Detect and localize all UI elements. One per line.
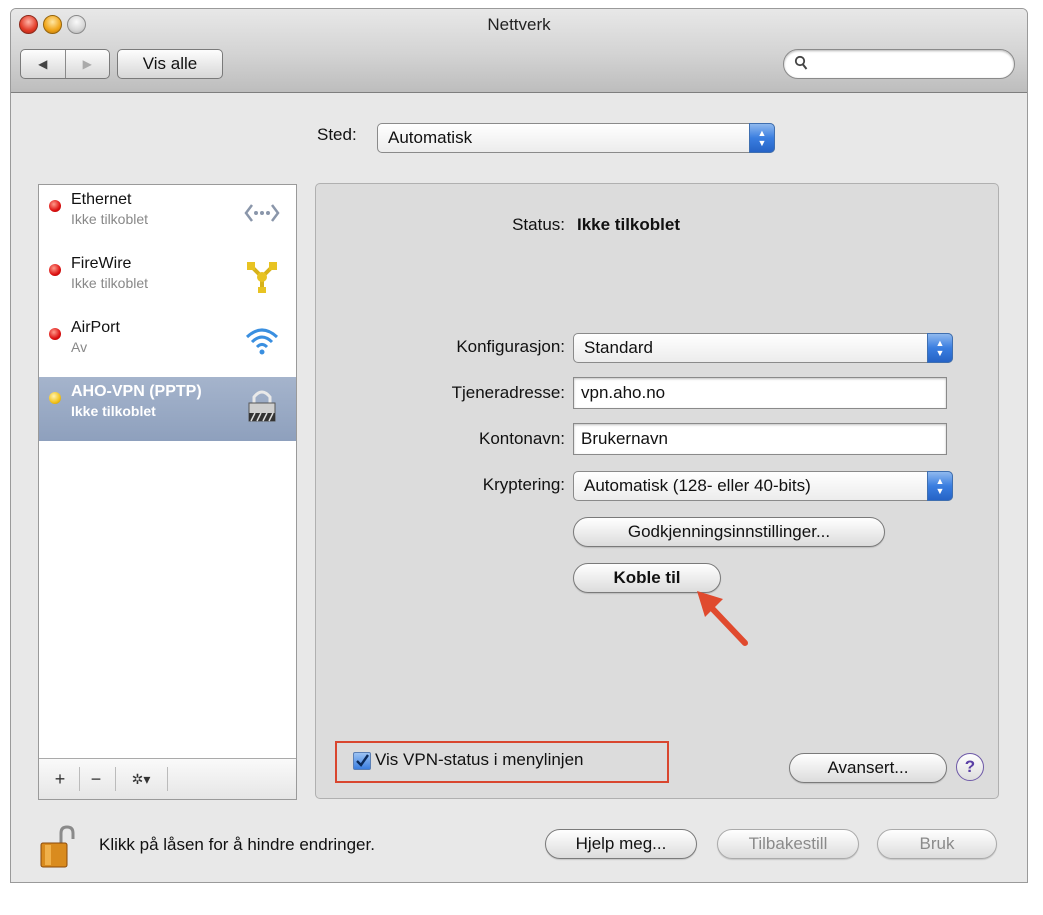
service-name: FireWire [71, 255, 132, 272]
account-name-field[interactable]: Brukernavn [573, 423, 947, 455]
encryption-popup[interactable]: Automatisk (128- eller 40-bits) ▲ ▼ [573, 471, 953, 501]
gear-menu-button[interactable]: ✲▾ [119, 766, 163, 792]
server-address-value: vpn.aho.no [581, 383, 666, 402]
show-vpn-status-label: Vis VPN-status i menylinjen [375, 750, 584, 769]
ethernet-icon [244, 204, 280, 222]
location-label: Sted: [317, 125, 357, 144]
service-name: AirPort [71, 319, 120, 336]
service-status: Ikke tilkoblet [71, 403, 156, 419]
add-service-button[interactable]: + [47, 766, 73, 792]
divider [79, 767, 80, 791]
firewire-icon [247, 262, 277, 293]
server-address-field[interactable]: vpn.aho.no [573, 377, 947, 409]
location-popup[interactable]: Automatisk ▲ ▼ [377, 123, 775, 153]
vpn-status-highlight: Vis VPN-status i menylinjen [335, 741, 669, 783]
remove-service-button[interactable]: − [83, 766, 109, 792]
service-status: Av [71, 339, 88, 355]
service-item-airport[interactable]: AirPort Av [39, 313, 296, 377]
wifi-icon [245, 328, 279, 355]
popup-arrows-icon: ▲ ▼ [927, 333, 953, 363]
divider [167, 767, 168, 791]
status-dot-red [49, 264, 61, 276]
back-button[interactable]: ◀ [21, 50, 66, 78]
revert-button[interactable]: Tilbakestill [717, 829, 859, 859]
show-vpn-status-checkbox[interactable] [353, 752, 371, 770]
back-forward-control: ◀ ▶ [20, 49, 110, 79]
configuration-popup[interactable]: Standard ▲ ▼ [573, 333, 953, 363]
server-address-label: Tjeneradresse: [451, 383, 565, 402]
status-dot-red [49, 200, 61, 212]
service-item-firewire[interactable]: FireWire Ikke tilkoblet [39, 249, 296, 313]
service-name: Ethernet [71, 191, 132, 208]
search-field[interactable] [783, 49, 1015, 79]
configuration-label: Konfigurasjon: [456, 337, 565, 356]
status-dot-red [49, 328, 61, 340]
encryption-value: Automatisk (128- eller 40-bits) [584, 476, 811, 495]
service-status: Ikke tilkoblet [71, 275, 149, 291]
service-list: Ethernet Ikke tilkoblet FireWire Ikke ti… [38, 184, 297, 800]
service-name: AHO-VPN (PPTP) [71, 383, 202, 400]
help-button[interactable]: ? [956, 753, 984, 781]
service-item-ethernet[interactable]: Ethernet Ikke tilkoblet [39, 185, 296, 249]
network-preferences-window: Nettverk ◀ ▶ Vis alle Sted: Automatisk ▲… [10, 8, 1028, 883]
apply-button[interactable]: Bruk [877, 829, 997, 859]
lock-icon[interactable] [39, 825, 83, 869]
forward-button[interactable]: ▶ [66, 50, 110, 78]
vpn-lock-icon [248, 390, 276, 422]
checkmark-icon [356, 754, 369, 767]
status-dot-yellow [49, 392, 61, 404]
location-value: Automatisk [388, 128, 473, 147]
window-title: Nettverk [487, 15, 551, 34]
assist-me-button[interactable]: Hjelp meg... [545, 829, 697, 859]
search-icon [794, 55, 808, 70]
popup-arrows-icon: ▲ ▼ [927, 471, 953, 501]
service-item-aho-vpn[interactable]: AHO-VPN (PPTP) Ikke tilkoblet [39, 377, 296, 441]
show-all-button[interactable]: Vis alle [117, 49, 223, 79]
advanced-button[interactable]: Avansert... [789, 753, 947, 783]
configuration-value: Standard [584, 338, 653, 357]
popup-arrows-icon: ▲ ▼ [749, 123, 775, 153]
lock-instruction-text: Klikk på låsen for å hindre endringer. [99, 835, 375, 854]
account-name-value: Brukernavn [581, 429, 668, 448]
authentication-settings-button[interactable]: Godkjenningsinnstillinger... [573, 517, 885, 547]
encryption-label: Kryptering: [482, 475, 565, 494]
status-value: Ikke tilkoblet [577, 215, 680, 234]
status-label: Status: [512, 215, 565, 234]
red-arrow-annotation [697, 591, 748, 646]
account-name-label: Kontonavn: [478, 429, 565, 448]
divider [115, 767, 116, 791]
titlebar: Nettverk ◀ ▶ Vis alle [11, 9, 1027, 93]
service-status: Ikke tilkoblet [71, 211, 149, 227]
service-list-controls: + − ✲▾ [39, 758, 296, 799]
